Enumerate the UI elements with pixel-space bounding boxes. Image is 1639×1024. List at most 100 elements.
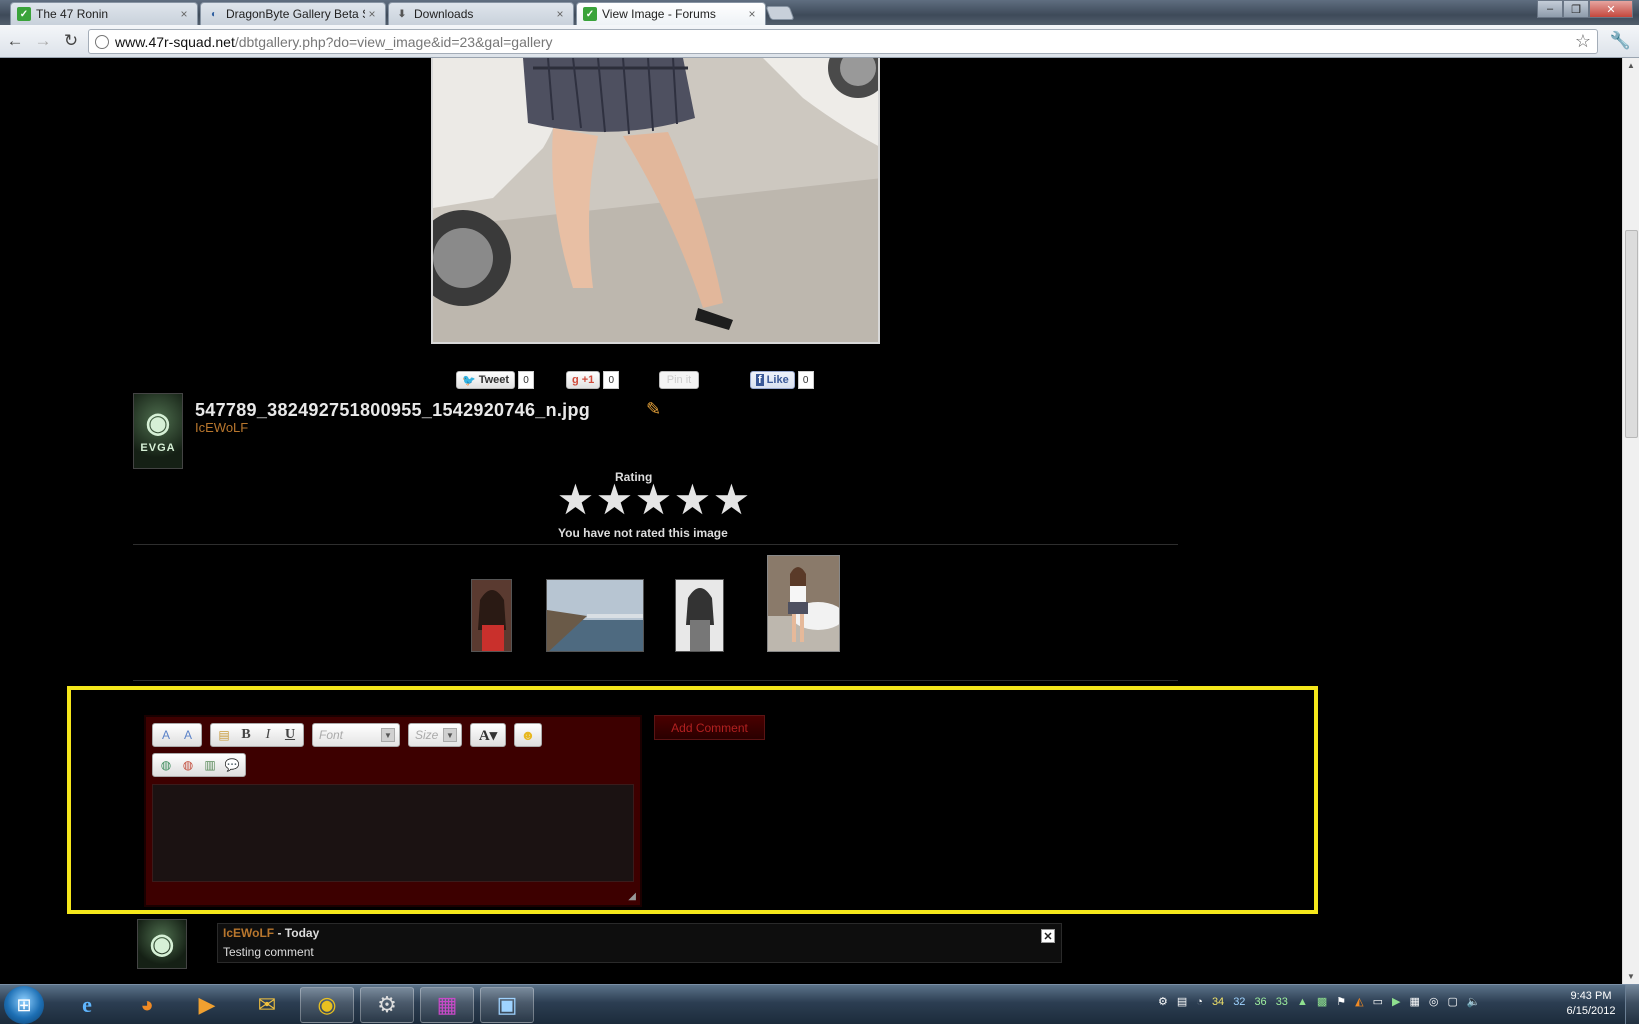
- tab-the-47-ronin[interactable]: ✓ The 47 Ronin ×: [10, 2, 198, 25]
- update-tray-icon[interactable]: ◎: [1429, 995, 1439, 1008]
- volume-icon[interactable]: 🔈: [1467, 995, 1481, 1008]
- wrench-menu-icon[interactable]: 🔧: [1610, 31, 1631, 51]
- flag-tray-icon[interactable]: ⚑: [1336, 995, 1346, 1008]
- plusone-share: g +1 0: [566, 371, 620, 389]
- comment-textarea[interactable]: [152, 784, 634, 882]
- start-button[interactable]: ⊞: [4, 986, 44, 1024]
- tab-dragonbyte-gallery[interactable]: ◐ DragonByte Gallery Beta Su ×: [200, 2, 386, 25]
- steam-taskbar-button[interactable]: ⚙: [360, 987, 414, 1023]
- rating-status: You have not rated this image: [558, 526, 728, 540]
- gallery-thumbnail[interactable]: [546, 579, 644, 652]
- smiley-icon[interactable]: ☻: [517, 725, 539, 745]
- gallery-thumbnail[interactable]: [675, 579, 724, 652]
- system-tray: ⚙ ▤ ◔ 34 32 36 33 ▲ ▩ ⚑ ◭ ▭ ▶ ▦ ◎ ▢ 🔈: [1158, 995, 1490, 1009]
- scroll-up-icon[interactable]: ▲: [1627, 61, 1635, 70]
- close-tab-icon[interactable]: ×: [745, 7, 759, 21]
- plusone-button[interactable]: g +1: [566, 371, 601, 389]
- network-tray-icon[interactable]: ▤: [1177, 995, 1187, 1008]
- new-tab-button[interactable]: [765, 6, 795, 20]
- text-color-icon[interactable]: A▾: [473, 725, 503, 745]
- close-tab-icon[interactable]: ×: [553, 7, 567, 21]
- monitor-tray-icon[interactable]: ◔: [1196, 996, 1203, 1008]
- back-arrow-icon[interactable]: ←: [4, 30, 26, 52]
- nvidia-tray-icon[interactable]: ▲: [1297, 996, 1308, 1008]
- chrome-taskbar-button[interactable]: ◉: [300, 987, 354, 1023]
- close-tab-icon[interactable]: ×: [365, 7, 379, 21]
- pinit-button[interactable]: Pin it: [659, 371, 699, 389]
- bold-icon[interactable]: B: [235, 725, 257, 745]
- resize-handle-icon[interactable]: ◢: [628, 891, 636, 902]
- language-tray-icon[interactable]: ▦: [1409, 995, 1419, 1008]
- uploader-name-link[interactable]: IcEWoLF: [195, 420, 248, 435]
- tab-view-image-forums[interactable]: ✓ View Image - Forums ×: [576, 2, 766, 25]
- comment-author-avatar[interactable]: ◉: [137, 919, 187, 969]
- like-count: 0: [797, 371, 814, 389]
- scroll-down-icon[interactable]: ▼: [1627, 972, 1635, 981]
- uploader-avatar[interactable]: ◉ EVGA: [133, 393, 183, 469]
- minimize-icon[interactable]: ‒: [1537, 0, 1563, 18]
- browser-toolbar: ← → ↻ www.47r-squad.net/dbtgallery.php?d…: [0, 25, 1639, 58]
- bookmark-star-icon[interactable]: ☆: [1575, 31, 1591, 52]
- smilie-group: ☻: [514, 723, 542, 747]
- outlook-icon[interactable]: ✉: [240, 987, 294, 1023]
- scrollbar-thumb[interactable]: [1625, 230, 1638, 438]
- star-3-icon[interactable]: ★: [634, 479, 673, 521]
- insert-link-icon[interactable]: ◍: [155, 755, 177, 775]
- star-4-icon[interactable]: ★: [673, 479, 712, 521]
- winrar-taskbar-button[interactable]: ▦: [420, 987, 474, 1023]
- size-select[interactable]: Size ▼: [408, 723, 462, 747]
- address-bar[interactable]: www.47r-squad.net/dbtgallery.php?do=view…: [88, 29, 1598, 54]
- system-clock[interactable]: 9:43 PM 6/15/2012: [1556, 989, 1626, 1019]
- tray-temp-4: 33: [1275, 995, 1288, 1008]
- image-viewer-taskbar-button[interactable]: ▣: [480, 987, 534, 1023]
- forward-arrow-icon[interactable]: →: [32, 30, 54, 52]
- add-comment-button[interactable]: Add Comment: [654, 715, 765, 740]
- thumbnail-illustration: [547, 580, 643, 651]
- font-select[interactable]: Font ▼: [312, 723, 400, 747]
- maximize-icon[interactable]: ❐: [1563, 0, 1589, 18]
- star-2-icon[interactable]: ★: [595, 479, 634, 521]
- image-filename: 547789_382492751800955_1542920746_n.jpg: [195, 400, 591, 420]
- display-tray-icon[interactable]: ▢: [1447, 995, 1457, 1008]
- play-tray-icon[interactable]: ▶: [1392, 995, 1400, 1008]
- gallery-thumbnail[interactable]: [471, 579, 512, 652]
- switch-mode-icon[interactable]: A: [177, 725, 199, 745]
- close-window-icon[interactable]: ✕: [1589, 0, 1633, 18]
- page-scrollbar[interactable]: ▲ ▼: [1622, 58, 1639, 984]
- tweet-button[interactable]: 🐦 Tweet: [456, 371, 516, 389]
- media-player-icon[interactable]: ▶: [180, 987, 234, 1023]
- insert-group: ◍ ◍ ▥ 💬: [152, 753, 246, 777]
- comment-item: IcEWoLF - Today Testing comment ✕: [217, 923, 1062, 963]
- windows-taskbar: ⊞ e ◕ ▶ ✉ ◉ ⚙ ▦ ▣ ⚙ ▤ ◔ 34 32 36 33 ▲ ▩ …: [0, 984, 1639, 1024]
- edit-pencil-icon[interactable]: ✎: [646, 399, 661, 420]
- show-desktop-button[interactable]: [1625, 985, 1639, 1024]
- keyboard-tray-icon[interactable]: ▭: [1373, 995, 1383, 1008]
- firefox-icon[interactable]: ◕: [120, 987, 174, 1023]
- comment-header: IcEWoLF - Today: [223, 926, 319, 940]
- delete-comment-icon[interactable]: ✕: [1041, 929, 1055, 943]
- insert-quote-icon[interactable]: 💬: [221, 755, 243, 775]
- facebook-like-button[interactable]: f Like: [750, 371, 795, 389]
- insert-image-icon[interactable]: ▥: [199, 755, 221, 775]
- reload-icon[interactable]: ↻: [60, 30, 82, 52]
- gpu-tray-icon[interactable]: ▩: [1317, 995, 1327, 1008]
- thumbnail-illustration: [676, 580, 723, 651]
- internet-explorer-icon[interactable]: e: [60, 987, 114, 1023]
- gallery-main-image[interactable]: [431, 58, 880, 344]
- italic-icon[interactable]: I: [257, 725, 279, 745]
- paste-icon[interactable]: ▤: [213, 725, 235, 745]
- gallery-thumbnail-current[interactable]: [767, 555, 840, 652]
- clock-time: 9:43 PM: [1570, 990, 1612, 1002]
- rating-stars: ★ ★ ★ ★ ★: [556, 479, 751, 521]
- underline-icon[interactable]: U: [279, 725, 301, 745]
- remove-format-icon[interactable]: A: [155, 725, 177, 745]
- steam-tray-icon[interactable]: ⚙: [1158, 995, 1168, 1008]
- avatar-brand: EVGA: [140, 442, 176, 454]
- vlc-tray-icon[interactable]: ◭: [1355, 995, 1363, 1008]
- star-1-icon[interactable]: ★: [556, 479, 595, 521]
- star-5-icon[interactable]: ★: [712, 479, 751, 521]
- close-tab-icon[interactable]: ×: [177, 7, 191, 21]
- tab-downloads[interactable]: ⬇ Downloads ×: [388, 2, 574, 25]
- comment-author-link[interactable]: IcEWoLF: [223, 926, 274, 940]
- remove-link-icon[interactable]: ◍: [177, 755, 199, 775]
